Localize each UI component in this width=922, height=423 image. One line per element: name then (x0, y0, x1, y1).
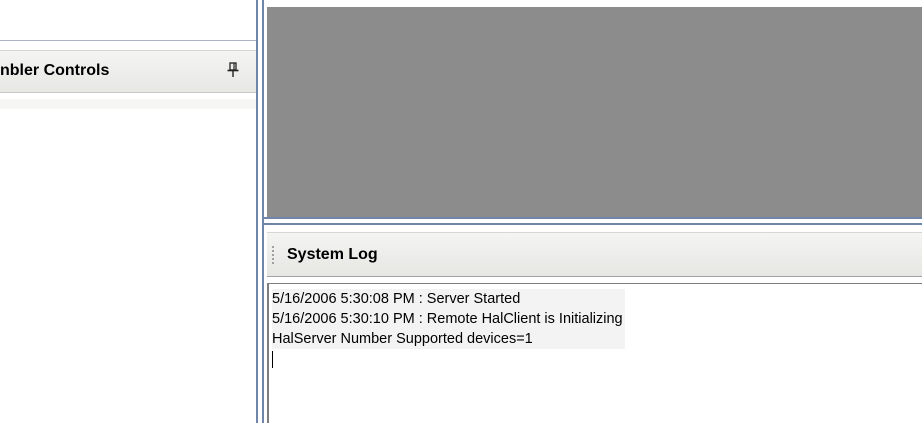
vertical-splitter[interactable] (256, 0, 264, 423)
log-lines: 5/16/2006 5:30:08 PM : Server Started 5/… (272, 289, 625, 349)
log-line: 5/16/2006 5:30:08 PM : Server Started (272, 291, 521, 307)
app-window: nbler Controls System Log 5/16/2006 5:30… (0, 0, 922, 423)
assembler-controls-title: nbler Controls (0, 62, 110, 79)
assembler-controls-panel: nbler Controls (0, 0, 256, 423)
document-canvas (267, 7, 922, 217)
main-area: System Log 5/16/2006 5:30:08 PM : Server… (264, 0, 922, 423)
system-log-title: System Log (287, 246, 378, 263)
system-log-header: System Log (267, 232, 922, 277)
grip-icon[interactable] (271, 245, 275, 265)
assembler-controls-header: nbler Controls (0, 50, 256, 93)
pin-icon[interactable] (226, 62, 240, 78)
assembler-controls-content (0, 99, 256, 109)
log-line: HalServer Number Supported devices=1 (272, 331, 533, 347)
horizontal-splitter[interactable] (264, 217, 922, 225)
panel-top-divider (0, 40, 256, 41)
log-line: 5/16/2006 5:30:10 PM : Remote HalClient … (272, 311, 623, 327)
system-log-textbox[interactable]: 5/16/2006 5:30:08 PM : Server Started 5/… (267, 283, 922, 423)
text-caret (272, 351, 273, 368)
system-log-panel: System Log 5/16/2006 5:30:08 PM : Server… (267, 232, 922, 423)
